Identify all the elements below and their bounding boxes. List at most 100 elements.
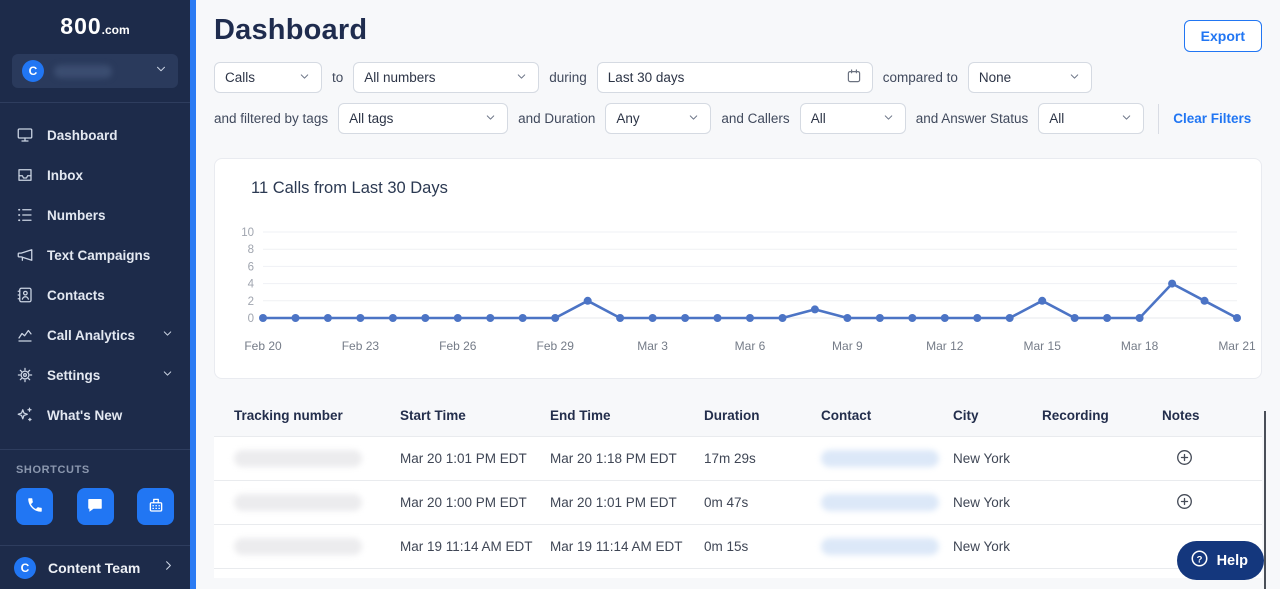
svg-text:10: 10 <box>241 227 254 239</box>
compared-to-value: None <box>978 70 1012 85</box>
phone-shortcut-button[interactable] <box>16 488 53 525</box>
svg-text:8: 8 <box>248 244 254 256</box>
chat-shortcut-button[interactable] <box>76 488 114 525</box>
compared-to-select[interactable]: None <box>967 62 1092 93</box>
call-type-select[interactable]: Calls <box>214 62 322 93</box>
analytics-chart-icon <box>16 326 34 344</box>
sidebar: 800.com C Dashboard Inbox Numbers Text C… <box>0 0 190 589</box>
sidebar-item-dashboard[interactable]: Dashboard <box>0 115 190 155</box>
sidebar-item-label: Contacts <box>47 287 105 303</box>
app-window: 800.com C Dashboard Inbox Numbers Text C… <box>0 0 1280 589</box>
sidebar-item-numbers[interactable]: Numbers <box>0 195 190 235</box>
svg-text:4: 4 <box>248 279 255 291</box>
sidebar-item-label: Settings <box>47 367 101 383</box>
cell-city: New York <box>953 451 1011 466</box>
workspace-name: Content Team <box>48 559 141 576</box>
tags-value: All tags <box>349 111 394 126</box>
sidebar-item-label: What's New <box>47 407 123 423</box>
sidebar-item-whats-new[interactable]: What's New <box>0 395 190 435</box>
sidebar-item-settings[interactable]: Settings <box>0 355 190 395</box>
sidebar-item-contacts[interactable]: Contacts <box>0 275 190 315</box>
megaphone-icon <box>16 246 34 264</box>
col-recording: Recording <box>1042 407 1109 423</box>
table-row: Mar 20 1:01 PM EDT Mar 20 1:18 PM EDT 17… <box>214 436 1262 480</box>
col-end-time: End Time <box>550 407 611 423</box>
chevron-down-icon <box>161 367 174 383</box>
table-row: Mar 20 1:00 PM EDT Mar 20 1:01 PM EDT 0m… <box>214 480 1262 524</box>
numbers-select[interactable]: All numbers <box>353 62 540 93</box>
sidebar-item-call-analytics[interactable]: Call Analytics <box>0 315 190 355</box>
sidebar-item-label: Inbox <box>47 167 83 183</box>
chevron-down-icon <box>161 327 174 343</box>
cell-end-time: Mar 19 11:14 AM EDT <box>550 539 683 554</box>
svg-text:6: 6 <box>248 261 254 273</box>
answer-status-select[interactable]: All <box>1038 103 1145 134</box>
phone-icon <box>26 496 44 517</box>
sidebar-item-text-campaigns[interactable]: Text Campaigns <box>0 235 190 275</box>
chart-title: 11 Calls from Last 30 Days <box>251 179 448 197</box>
chevron-down-icon <box>515 70 528 86</box>
workspace-avatar: C <box>14 556 36 579</box>
col-start-time: Start Time <box>400 407 466 423</box>
contact-book-icon <box>16 286 34 304</box>
sidebar-item-label: Numbers <box>47 207 106 223</box>
help-button[interactable]: ? Help <box>1176 541 1264 580</box>
calls-chart-card: 11 Calls from Last 30 Days 10 8 6 4 2 0 Feb 20… <box>214 158 1262 379</box>
inbox-icon <box>16 166 34 184</box>
account-selector[interactable]: C <box>12 54 178 88</box>
help-label: Help <box>1216 552 1248 569</box>
svg-text:Mar 9: Mar 9 <box>832 339 863 353</box>
next-row-partial <box>214 568 1262 578</box>
calls-table: Tracking number Start Time End Time Dura… <box>214 394 1262 578</box>
chevron-down-icon <box>1120 111 1133 127</box>
question-circle-icon: ? <box>1190 549 1209 572</box>
chevron-down-icon <box>882 111 895 127</box>
logo-com-text: .com <box>101 23 130 37</box>
clear-filters-link[interactable]: Clear Filters <box>1173 111 1251 126</box>
svg-text:?: ? <box>1196 554 1202 565</box>
sidebar-item-inbox[interactable]: Inbox <box>0 155 190 195</box>
workspace-switcher[interactable]: C Content Team <box>0 545 190 589</box>
tracking-number-redacted <box>234 450 362 467</box>
duration-label: and Duration <box>518 111 596 126</box>
cell-end-time: Mar 20 1:01 PM EDT <box>550 495 677 510</box>
gear-icon <box>16 366 34 384</box>
add-note-button[interactable] <box>1176 449 1193 466</box>
add-note-button[interactable] <box>1176 493 1193 510</box>
svg-text:0: 0 <box>248 313 254 325</box>
tracking-number-redacted <box>234 494 362 511</box>
cell-city: New York <box>953 539 1011 554</box>
to-label: to <box>332 70 344 85</box>
date-range-value: Last 30 days <box>607 70 685 85</box>
account-avatar: C <box>22 60 44 82</box>
contact-redacted <box>821 450 939 467</box>
table-scrollbar[interactable] <box>1264 411 1266 589</box>
svg-text:Mar 12: Mar 12 <box>926 339 964 353</box>
sidebar-item-label: Call Analytics <box>47 327 136 343</box>
numbers-value: All numbers <box>364 70 436 85</box>
export-button[interactable]: Export <box>1183 20 1262 52</box>
sparkles-icon <box>16 406 34 424</box>
page-title: Dashboard <box>214 14 368 46</box>
date-range-input[interactable]: Last 30 days <box>596 62 873 93</box>
chevron-down-icon <box>298 70 311 86</box>
during-label: during <box>549 70 587 85</box>
svg-text:2: 2 <box>248 296 254 308</box>
tags-select[interactable]: All tags <box>338 103 509 134</box>
calendar-icon <box>846 68 862 87</box>
calls-line-chart: 10 8 6 4 2 0 Feb 20 Feb 23 Feb 26 Feb 29 Mar 3 Mar … <box>241 227 1256 353</box>
tracking-number-redacted <box>234 538 362 555</box>
main-content: Dashboard Export Calls to All numbers du… <box>196 0 1280 589</box>
filter-divider <box>1158 103 1160 134</box>
cell-start-time: Mar 20 1:00 PM EDT <box>400 495 527 510</box>
callers-label: and Callers <box>721 111 790 126</box>
svg-text:Feb 20: Feb 20 <box>244 339 282 353</box>
fax-shortcut-button[interactable] <box>137 488 174 525</box>
answer-status-label: and Answer Status <box>915 111 1029 126</box>
answer-status-value: All <box>1049 111 1065 126</box>
contact-redacted <box>821 538 939 555</box>
callers-select[interactable]: All <box>799 103 906 134</box>
duration-select[interactable]: Any <box>605 103 712 134</box>
cell-city: New York <box>953 495 1011 510</box>
col-duration: Duration <box>704 407 760 423</box>
